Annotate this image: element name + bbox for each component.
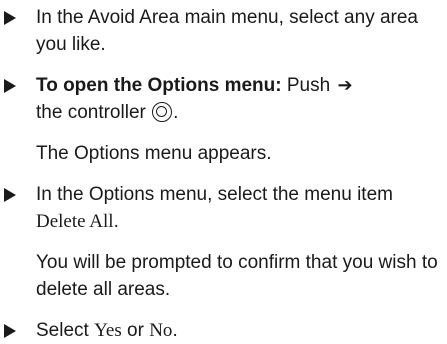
step-1: In the Avoid Area main menu, select any … [0, 4, 447, 58]
triangle-bullet-icon [4, 79, 16, 93]
step-2-push-text: Push [281, 75, 336, 96]
step-2: To open the Options menu: Push ➔ the cont… [0, 72, 447, 126]
step-2-lead: To open the Options menu: [36, 75, 282, 96]
step-2-result: The Options menu appears. [36, 143, 272, 164]
step-3-result: You will be prompted to confirm that you… [36, 252, 438, 300]
menu-item-delete-all: Delete All [36, 211, 114, 232]
step-2-period: . [173, 102, 179, 123]
step-3-text: In the Options menu, select the menu ite… [36, 181, 443, 235]
step-4-or-text: or [121, 320, 150, 341]
step-3-period: . [113, 211, 119, 232]
step-4-text: Select Yes or No. [36, 317, 443, 344]
step-2-controller-text: the controller [36, 102, 152, 123]
instruction-document: In the Avoid Area main menu, select any … [0, 4, 447, 344]
step-2-text: To open the Options menu: Push ➔ the cont… [36, 72, 443, 126]
option-no: No [149, 320, 173, 341]
controller-press-icon [152, 102, 173, 122]
triangle-bullet-icon [4, 188, 16, 202]
triangle-bullet-icon [4, 324, 16, 338]
step-1-instruction: In the Avoid Area main menu, select any … [36, 7, 418, 55]
step-1-text: In the Avoid Area main menu, select any … [36, 4, 443, 58]
step-3-instruction: In the Options menu, select the menu ite… [36, 184, 393, 205]
step-3: In the Options menu, select the menu ite… [0, 181, 447, 235]
step-4-select-text: Select [36, 320, 95, 341]
triangle-bullet-icon [4, 11, 16, 25]
right-arrow-icon: ➔ [337, 75, 353, 95]
step-4-period: . [172, 320, 178, 341]
step-4: Select Yes or No. [0, 317, 447, 344]
option-yes: Yes [94, 320, 122, 341]
